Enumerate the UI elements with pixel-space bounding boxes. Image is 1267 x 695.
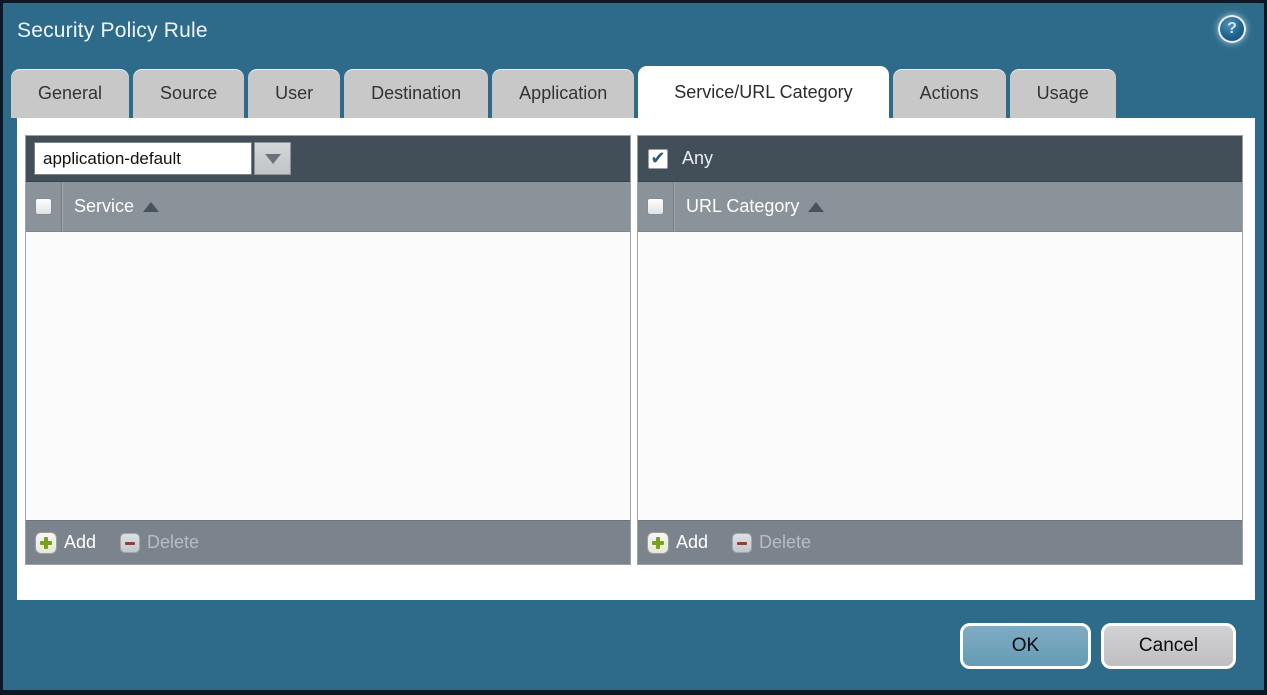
url-category-footer-bar: Add Delete (638, 520, 1242, 564)
tab-general[interactable]: General (11, 69, 129, 118)
help-glyph: ? (1227, 20, 1237, 38)
cancel-button[interactable]: Cancel (1101, 623, 1236, 669)
add-plus-icon (35, 532, 57, 554)
url-category-toolbar: ✔ Any (638, 136, 1242, 182)
dialog-title: Security Policy Rule (17, 19, 208, 43)
service-type-dropdown-button[interactable] (254, 142, 291, 175)
service-column-label[interactable]: Service (74, 196, 134, 217)
url-category-column-label[interactable]: URL Category (686, 196, 799, 217)
service-add-button[interactable]: Add (35, 532, 96, 554)
security-policy-rule-dialog: Security Policy Rule ? General Source Us… (0, 0, 1267, 695)
service-toolbar (26, 136, 630, 182)
add-plus-icon (647, 532, 669, 554)
tab-service-url-category[interactable]: Service/URL Category (638, 66, 888, 118)
url-category-list[interactable] (638, 232, 1242, 520)
url-category-select-all-checkbox[interactable] (647, 198, 664, 215)
sort-ascending-icon[interactable] (808, 202, 824, 212)
tab-bar: General Source User Destination Applicat… (11, 66, 1264, 118)
tab-destination[interactable]: Destination (344, 69, 488, 118)
url-category-column-header: URL Category (638, 182, 1242, 232)
service-list[interactable] (26, 232, 630, 520)
tab-source[interactable]: Source (133, 69, 244, 118)
column-divider (61, 182, 62, 232)
any-checkbox[interactable]: ✔ (648, 149, 668, 169)
tab-application[interactable]: Application (492, 69, 634, 118)
tab-usage[interactable]: Usage (1010, 69, 1116, 118)
service-panel: Service Add Delete (25, 135, 631, 565)
sort-ascending-icon[interactable] (143, 202, 159, 212)
delete-minus-icon (120, 533, 140, 553)
delete-minus-icon (732, 533, 752, 553)
checkmark-icon: ✔ (650, 150, 665, 168)
chevron-down-icon (265, 154, 281, 164)
any-label: Any (682, 148, 713, 169)
tab-content-area: Service Add Delete ✔ Any (17, 118, 1255, 600)
service-select-all-checkbox[interactable] (35, 198, 52, 215)
service-column-header: Service (26, 182, 630, 232)
url-category-delete-button[interactable]: Delete (732, 532, 811, 553)
tab-actions[interactable]: Actions (893, 69, 1006, 118)
column-divider (673, 182, 674, 232)
service-delete-button[interactable]: Delete (120, 532, 199, 553)
ok-button[interactable]: OK (960, 623, 1091, 669)
service-footer-bar: Add Delete (26, 520, 630, 564)
service-type-dropdown-input[interactable] (34, 142, 252, 175)
url-category-panel: ✔ Any URL Category Add Delete (637, 135, 1243, 565)
help-icon[interactable]: ? (1218, 15, 1246, 43)
tab-user[interactable]: User (248, 69, 340, 118)
dialog-titlebar: Security Policy Rule ? (3, 3, 1264, 65)
url-category-add-button[interactable]: Add (647, 532, 708, 554)
